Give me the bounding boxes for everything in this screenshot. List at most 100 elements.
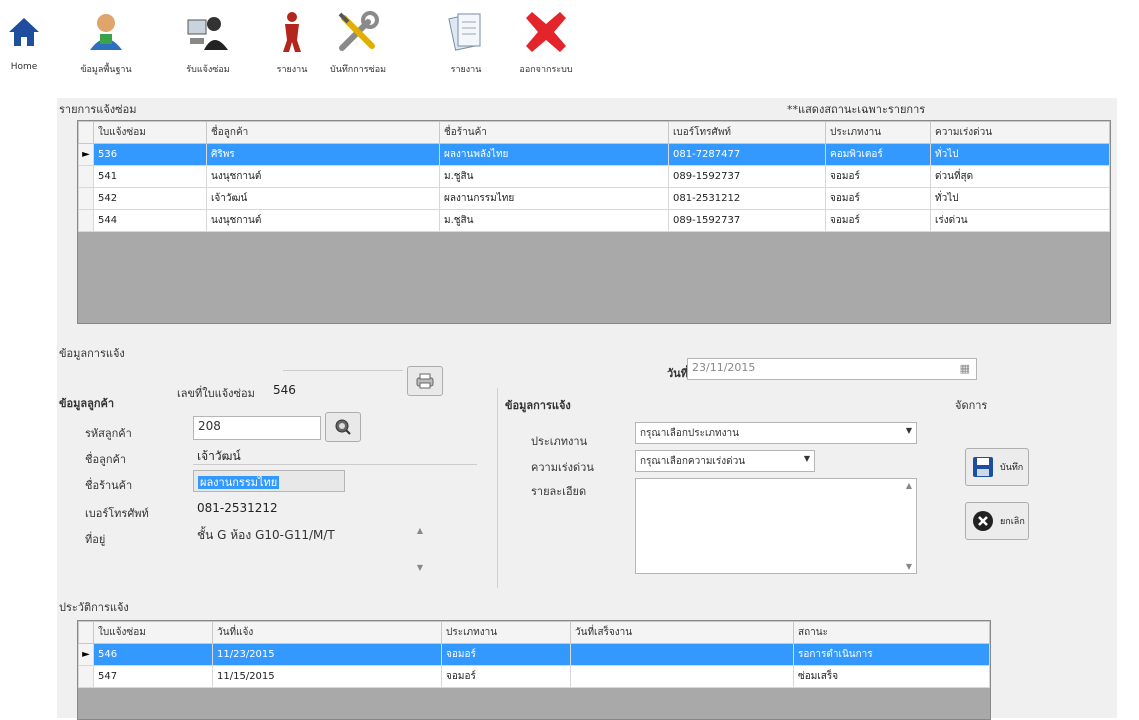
cell[interactable]: 544 (93, 209, 207, 232)
ticket-number-underline (283, 370, 403, 371)
cell[interactable]: จอมอร์ (825, 209, 931, 232)
history-header-row: ใบแจ้งซ่อม วันที่แจ้ง ประเภทงาน วันที่เส… (78, 621, 990, 644)
table-row[interactable]: 542 เจ้าวัฒน์ ผลงานกรรมไทย 081-2531212 จ… (78, 187, 1110, 210)
row-header-corner (78, 121, 94, 144)
toolbar-report1-label: รายงาน (276, 65, 308, 75)
col-header-ticket[interactable]: ใบแจ้งซ่อม (93, 621, 213, 644)
toolbar-home-label: Home (10, 62, 38, 72)
cell[interactable]: 11/23/2015 (212, 643, 442, 666)
repair-list-grid: ใบแจ้งซ่อม ชื่อลูกค้า ชื่อร้านค้า เบอร์โ… (77, 120, 1111, 324)
type-select[interactable]: กรุณาเลือกประเภทงาน ▼ (635, 422, 917, 444)
cell[interactable]: 11/15/2015 (212, 665, 442, 688)
save-label: บันทึก (1000, 463, 1024, 473)
cell[interactable]: ซ่อมเสร็จ (793, 665, 990, 688)
cell[interactable]: จอมอร์ (441, 665, 571, 688)
table-row[interactable]: 547 11/15/2015 จอมอร์ ซ่อมเสร็จ (78, 665, 990, 688)
detail-textarea[interactable]: ▲ ▼ (635, 478, 917, 574)
toolbar-logout-label: ออกจากระบบ (519, 65, 573, 75)
date-picker[interactable]: 23/11/2015 ▦ (687, 358, 977, 380)
cell[interactable]: คอมพิวเตอร์ (825, 143, 931, 166)
customer-name-underline (193, 464, 477, 465)
row-header (78, 187, 94, 210)
cell[interactable]: 081-7287477 (668, 143, 826, 166)
cell[interactable]: 089-1592737 (668, 209, 826, 232)
col-header-type[interactable]: ประเภทงาน (825, 121, 931, 144)
urgency-select[interactable]: กรุณาเลือกความเร่งด่วน ▼ (635, 450, 815, 472)
cell[interactable]: เจ้าวัฒน์ (206, 187, 440, 210)
cell[interactable]: ทั่วไป (930, 187, 1110, 210)
toolbar-report2-button[interactable]: รายงาน (438, 4, 494, 76)
cell[interactable]: 536 (93, 143, 207, 166)
cell[interactable]: รอการดำเนินการ (793, 643, 990, 666)
cell[interactable]: นงนุชกานต์ (206, 165, 440, 188)
cell[interactable]: ม.ชูสิน (439, 209, 669, 232)
request-group-title: ข้อมูลการแจ้ง (505, 399, 571, 412)
customer-id-field[interactable]: 208 (193, 416, 321, 440)
col-header-date[interactable]: วันที่แจ้ง (212, 621, 442, 644)
row-pointer-icon: ► (78, 143, 94, 166)
col-header-customer[interactable]: ชื่อลูกค้า (206, 121, 440, 144)
toolbar-record-repair-label: บันทึกการซ่อม (330, 65, 387, 75)
cell[interactable]: 089-1592737 (668, 165, 826, 188)
col-header-shop[interactable]: ชื่อร้านค้า (439, 121, 669, 144)
cell[interactable]: 541 (93, 165, 207, 188)
cell[interactable]: ผลงานพลังไทย (439, 143, 669, 166)
wrench-screwdriver-icon (330, 4, 386, 60)
table-row[interactable]: 541 นงนุชกานต์ ม.ชูสิน 089-1592737 จอมอร… (78, 165, 1110, 188)
scroll-down-icon: ▼ (905, 562, 912, 571)
table-row[interactable]: ► 536 ศิริพร ผลงานพลังไทย 081-7287477 คอ… (78, 143, 1110, 166)
col-header-type[interactable]: ประเภทงาน (441, 621, 571, 644)
toolbar-repair-request-button[interactable]: รับแจ้งซ่อม (180, 4, 236, 76)
customer-group-title: ข้อมูลลูกค้า (59, 397, 115, 410)
cell[interactable]: จอมอร์ (825, 165, 931, 188)
scroll-up-icon: ▲ (416, 526, 423, 535)
cell[interactable]: ทั่วไป (930, 143, 1110, 166)
section-divider (497, 388, 498, 588)
phone-label: เบอร์โทรศัพท์ (85, 507, 149, 520)
main-panel: รายการแจ้งซ่อม **แสดงสถานะเฉพาะรายการ ใบ… (57, 98, 1117, 720)
toolbar-logout-button[interactable]: ออกจากระบบ (518, 4, 574, 76)
save-button[interactable]: บันทึก (965, 448, 1029, 486)
cell[interactable]: 547 (93, 665, 213, 688)
detail-label: รายละเอียด (531, 485, 587, 498)
toolbar-home-button[interactable]: Home (4, 4, 44, 72)
col-header-done-date[interactable]: วันที่เสร็จงาน (570, 621, 794, 644)
scroll-down-icon: ▼ (416, 563, 423, 572)
shop-field[interactable]: ผลงานกรรมไทย (193, 470, 345, 492)
toolbar-basic-data-label: ข้อมูลพื้นฐาน (80, 65, 132, 75)
cancel-button[interactable]: ยกเลิก (965, 502, 1029, 540)
cell[interactable]: ศิริพร (206, 143, 440, 166)
cell[interactable]: จอมอร์ (441, 643, 571, 666)
cell[interactable]: ผลงานกรรมไทย (439, 187, 669, 210)
cancel-icon (973, 511, 993, 531)
cell[interactable]: จอมอร์ (825, 187, 931, 210)
cell[interactable] (570, 665, 794, 688)
search-customer-button[interactable] (325, 412, 361, 442)
cell[interactable]: เร่งด่วน (930, 209, 1110, 232)
col-header-status[interactable]: สถานะ (793, 621, 990, 644)
col-header-urgency[interactable]: ความเร่งด่วน (930, 121, 1110, 144)
home-icon (4, 4, 44, 60)
exit-icon (518, 4, 574, 60)
cell[interactable] (570, 643, 794, 666)
toolbar-basic-data-button[interactable]: ข้อมูลพื้นฐาน (78, 4, 134, 76)
cell[interactable]: 542 (93, 187, 207, 210)
customer-name-label: ชื่อลูกค้า (85, 453, 127, 466)
cell[interactable]: 546 (93, 643, 213, 666)
cell[interactable]: นงนุชกานต์ (206, 209, 440, 232)
cell[interactable]: ม.ชูสิน (439, 165, 669, 188)
col-header-phone[interactable]: เบอร์โทรศัพท์ (668, 121, 826, 144)
col-header-ticket[interactable]: ใบแจ้งซ่อม (93, 121, 207, 144)
cell[interactable]: 081-2531212 (668, 187, 826, 210)
toolbar-report1-button[interactable]: รายงาน (264, 4, 320, 76)
toolbar-record-repair-button[interactable]: บันทึกการซ่อม (330, 4, 386, 76)
table-row[interactable]: 544 นงนุชกานต์ ม.ชูสิน 089-1592737 จอมอร… (78, 209, 1110, 232)
customer-id-label: รหัสลูกค้า (85, 427, 132, 440)
print-button[interactable] (407, 366, 443, 396)
history-grid: ใบแจ้งซ่อม วันที่แจ้ง ประเภทงาน วันที่เส… (77, 620, 991, 720)
table-row[interactable]: ► 546 11/23/2015 จอมอร์ รอการดำเนินการ (78, 643, 990, 666)
repair-request-icon (180, 4, 236, 60)
chevron-down-icon: ▼ (905, 426, 912, 435)
address-field[interactable]: ชั้น G ห้อง G10-G11/M/T ▲ ▼ (193, 524, 427, 574)
cell[interactable]: ด่วนที่สุด (930, 165, 1110, 188)
